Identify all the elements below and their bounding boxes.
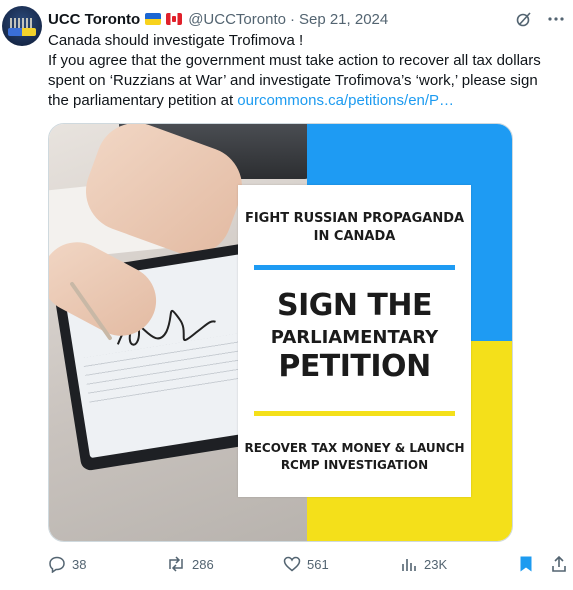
bookmark-button[interactable] (518, 555, 534, 573)
tweet-date[interactable]: Sep 21, 2024 (299, 11, 388, 28)
ukraine-flag-icon (145, 13, 162, 25)
tweet-line-1: Canada should investigate Trofimova ! (48, 32, 304, 49)
avatar[interactable] (2, 6, 42, 46)
view-count: 23K (424, 556, 448, 572)
avatar-figures (10, 18, 34, 28)
author-name[interactable]: UCC Toronto (48, 11, 140, 28)
tweet-image[interactable]: FIGHT RUSSIAN PROPAGANDA IN CANADA SIGN … (48, 123, 513, 542)
views-button[interactable]: 23K (400, 555, 447, 573)
card-headline: FIGHT RUSSIAN PROPAGANDA IN CANADA (244, 211, 465, 244)
reply-icon (49, 556, 65, 573)
avatar-flag (8, 28, 36, 36)
grok-icon[interactable] (515, 10, 533, 28)
share-button[interactable] (550, 555, 568, 573)
like-button[interactable]: 561 (283, 555, 329, 573)
separator: · (289, 10, 295, 28)
card-parliamentary: PARLIAMENTARY (270, 327, 439, 348)
bookmark-icon (520, 556, 532, 572)
tweet-actions: 38 286 561 23K (48, 555, 568, 575)
card-sign-the: SIGN THE (276, 288, 433, 323)
repost-icon (169, 556, 183, 572)
repost-count: 286 (192, 556, 214, 572)
reply-count: 38 (72, 556, 87, 572)
blue-divider (254, 265, 455, 270)
card-petition: PETITION (278, 349, 431, 384)
petition-card: FIGHT RUSSIAN PROPAGANDA IN CANADA SIGN … (238, 185, 471, 497)
tweet-text: Canada should investigate Trofimova ! If… (48, 31, 560, 111)
tweet: UCC Toronto @UCCToronto · Sep 21, 2024 C… (0, 0, 573, 590)
analytics-icon (402, 559, 416, 571)
author-handle[interactable]: @UCCToronto (188, 11, 286, 28)
canada-flag-icon (166, 13, 183, 25)
card-footer: RECOVER TAX MONEY & LAUNCH RCMP INVESTIG… (244, 441, 465, 472)
more-icon[interactable] (547, 10, 565, 28)
header-actions (515, 10, 565, 28)
like-count: 561 (307, 556, 329, 572)
reply-button[interactable]: 38 (48, 555, 86, 573)
share-icon (552, 555, 566, 572)
tweet-header: UCC Toronto @UCCToronto · Sep 21, 2024 (48, 9, 388, 29)
tweet-line-2: If you agree that the government must ta… (48, 51, 560, 111)
repost-button[interactable]: 286 (166, 555, 214, 573)
heart-icon (283, 556, 301, 572)
petition-link[interactable]: ourcommons.ca/petitions/en/P… (237, 92, 454, 109)
yellow-divider (254, 411, 455, 416)
